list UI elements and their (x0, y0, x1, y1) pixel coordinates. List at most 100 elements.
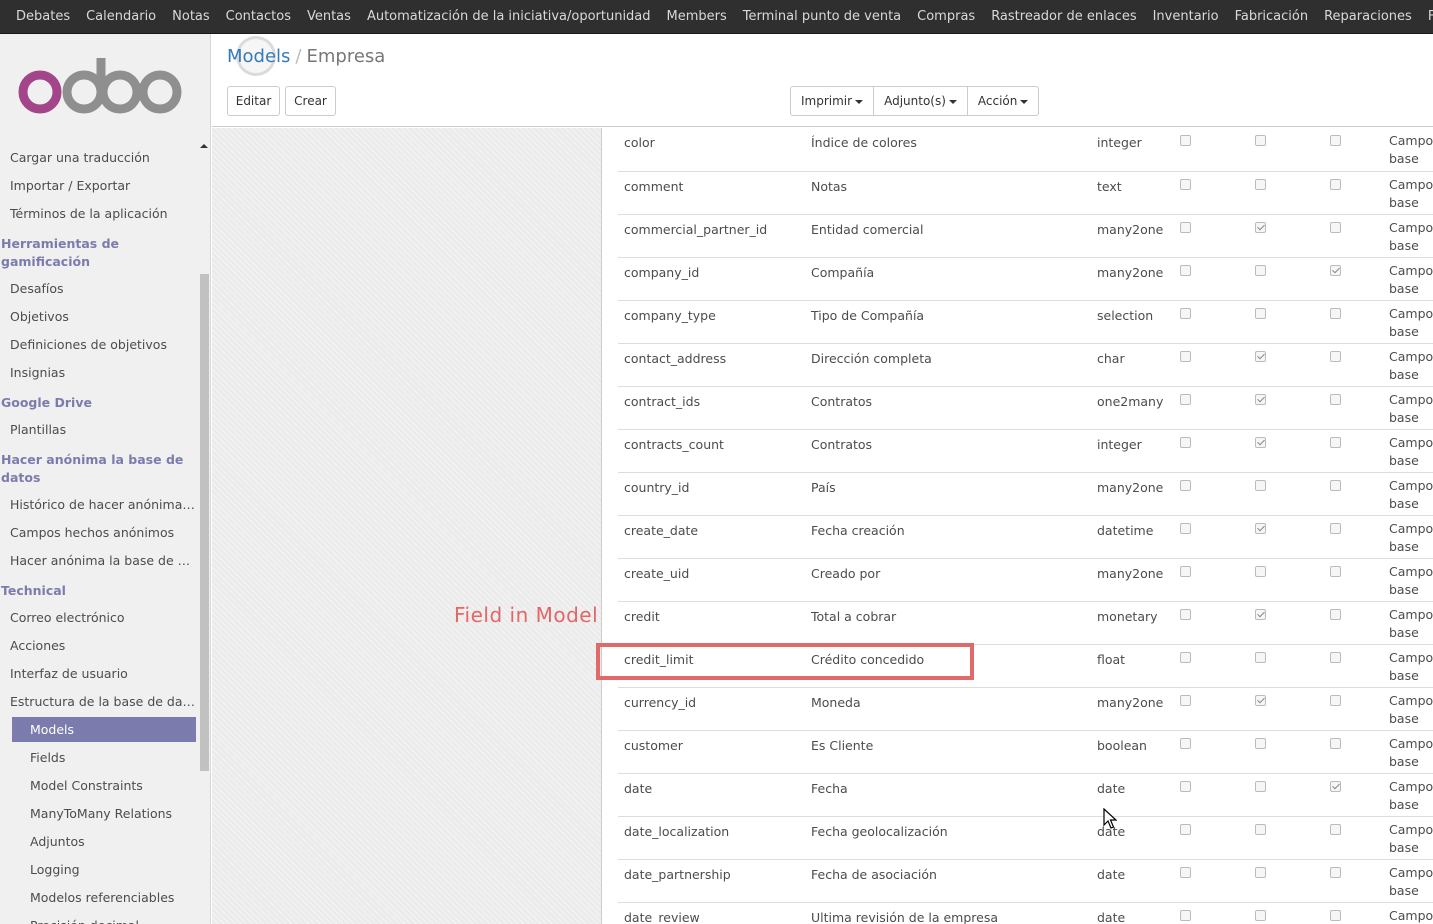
table-row[interactable]: contract_ids Contratos one2many Campo base (618, 386, 1433, 430)
checkbox-unchecked (1330, 694, 1341, 706)
table-row[interactable]: contracts_count Contratos integer Campo bas… (618, 429, 1433, 473)
field-flag-cell (1253, 773, 1328, 817)
sidebar-item-acciones[interactable]: Acciones (0, 632, 196, 660)
top-menu-calendario[interactable]: Calendario (78, 0, 164, 33)
table-row[interactable]: date_localization Fecha geolocalización da… (618, 816, 1433, 860)
top-menu-terminal-punto-de-venta[interactable]: Terminal punto de venta (735, 0, 909, 33)
field-name-cell: company_type (618, 300, 805, 344)
sidebar-item-hacer-anonima-la-base-de-datos[interactable]: Hacer anónima la base de datos (0, 547, 196, 575)
field-description-cell: Contratos (805, 429, 1092, 473)
table-row[interactable]: color Índice de colores integer Campo base (618, 128, 1433, 172)
attachments-dropdown[interactable]: Adjunto(s) (873, 87, 967, 115)
form-sheet: color Índice de colores integer Campo base c… (601, 128, 1433, 924)
sidebar-item-plantillas[interactable]: Plantillas (0, 416, 196, 444)
sidebar-item-correo-electronico[interactable]: Correo electrónico (0, 604, 196, 632)
table-row[interactable]: credit Total a cobrar monetary Campo base (618, 601, 1433, 645)
checkbox-unchecked (1255, 264, 1266, 276)
sidebar-scroll-thumb[interactable] (200, 274, 209, 771)
top-menu-members[interactable]: Members (659, 0, 735, 33)
top-menu-debates[interactable]: Debates (0, 0, 78, 33)
table-row[interactable]: country_id País many2one Campo base (618, 472, 1433, 516)
top-menu-inventario[interactable]: Inventario (1145, 0, 1227, 33)
top-menu-reparaciones[interactable]: Reparaciones (1316, 0, 1420, 33)
odoo-logo[interactable] (16, 52, 186, 120)
sidebar-item-cargar-una-traduccion[interactable]: Cargar una traducción (0, 144, 196, 172)
top-menu-automatizacion-de-la-iniciativa-oportunidad[interactable]: Automatización de la iniciativa/oportuni… (359, 0, 659, 33)
checkbox-unchecked (1330, 479, 1341, 491)
table-row[interactable]: company_id Compañía many2one Campo base (618, 257, 1433, 301)
table-row[interactable]: currency_id Moneda many2one Campo base (618, 687, 1433, 731)
field-flag-cell (1178, 128, 1253, 172)
top-menu-facturacion[interactable]: Facturación (1420, 0, 1433, 33)
sidebar-item-terminos-de-la-aplicacion[interactable]: Términos de la aplicación (0, 200, 196, 228)
sidebar-item-adjuntos[interactable]: Adjuntos (0, 828, 196, 856)
sidebar-item-definiciones-de-objetivos[interactable]: Definiciones de objetivos (0, 331, 196, 359)
table-row[interactable]: commercial_partner_id Entidad comercial ma… (618, 214, 1433, 258)
field-flag-cell (1328, 214, 1389, 258)
checkbox-unchecked (1255, 737, 1266, 749)
checkbox-checked (1255, 436, 1266, 448)
table-row[interactable]: company_type Tipo de Compañía selection Cam… (618, 300, 1433, 344)
field-flag-cell (1253, 386, 1328, 430)
mouse-cursor-icon (1103, 808, 1117, 829)
top-menu-fabricacion[interactable]: Fabricación (1227, 0, 1317, 33)
create-button[interactable]: Crear (285, 86, 336, 116)
sidebar-item-historico-de-hacer-anonima-la-base-de-datos[interactable]: Histórico de hacer anónima la base de da… (0, 491, 196, 519)
table-row[interactable]: customer Es Cliente boolean Campo base (618, 730, 1433, 774)
table-row[interactable]: create_date Fecha creación datetime Campo b… (618, 515, 1433, 559)
sidebar-item-model-constraints[interactable]: Model Constraints (0, 772, 196, 800)
checkbox-unchecked (1255, 909, 1266, 921)
table-row[interactable]: comment Notas text Campo base (618, 171, 1433, 215)
table-row[interactable]: date Fecha date Campo base (618, 773, 1433, 817)
field-flag-cell (1253, 128, 1328, 172)
top-menu-compras[interactable]: Compras (909, 0, 983, 33)
checkbox-unchecked (1330, 221, 1341, 233)
breadcrumb-models-link[interactable]: Models (227, 46, 290, 67)
sidebar-item-campos-hechos-anonimos[interactable]: Campos hechos anónimos (0, 519, 196, 547)
checkbox-checked (1255, 522, 1266, 534)
sidebar-item-fields[interactable]: Fields (0, 744, 196, 772)
sidebar-item-models[interactable]: Models (12, 717, 196, 742)
sidebar-item-insignias[interactable]: Insignias (0, 359, 196, 387)
field-description-cell: Índice de colores (805, 128, 1092, 172)
top-menu-ventas[interactable]: Ventas (299, 0, 359, 33)
field-type-cell: many2one (1092, 558, 1178, 602)
sidebar-item-manytomany-relations[interactable]: ManyToMany Relations (0, 800, 196, 828)
top-menu-notas[interactable]: Notas (164, 0, 218, 33)
field-flag-cell (1328, 558, 1389, 602)
action-dropdown[interactable]: Acción (966, 87, 1038, 115)
edit-button[interactable]: Editar (227, 86, 280, 116)
top-menu-rastreador-de-enlaces[interactable]: Rastreador de enlaces (983, 0, 1144, 33)
sidebar-item-objetivos[interactable]: Objetivos (0, 303, 196, 331)
table-row[interactable]: date_review Ultima revisión de la empresa… (618, 902, 1433, 924)
table-row[interactable]: create_uid Creado por many2one Campo base (618, 558, 1433, 602)
sidebar-item-precision-decimal[interactable]: Precisión decimal (0, 912, 196, 924)
field-type-cell: many2one (1092, 214, 1178, 258)
sidebar-item-modelos-referenciables[interactable]: Modelos referenciables (0, 884, 196, 912)
field-flag-cell (1328, 644, 1389, 688)
checkbox-unchecked (1180, 479, 1191, 491)
field-description-cell: Dirección completa (805, 343, 1092, 387)
checkbox-unchecked (1180, 780, 1191, 792)
top-menu-contactos[interactable]: Contactos (218, 0, 299, 33)
field-module-cell: Campo base (1389, 601, 1433, 645)
field-type-cell: text (1092, 171, 1178, 215)
fields-table: color Índice de colores integer Campo base c… (618, 128, 1433, 924)
sidebar-item-importar-exportar[interactable]: Importar / Exportar (0, 172, 196, 200)
sidebar-item-estructura-de-la-base-de-datos[interactable]: Estructura de la base de datos (0, 688, 196, 716)
field-description-cell: Creado por (805, 558, 1092, 602)
field-description-cell: Compañía (805, 257, 1092, 301)
field-flag-cell (1178, 859, 1253, 903)
field-flag-cell (1328, 859, 1389, 903)
sidebar-item-logging[interactable]: Logging (0, 856, 196, 884)
field-description-cell: Fecha creación (805, 515, 1092, 559)
table-row[interactable]: date_partnership Fecha de asociación date C… (618, 859, 1433, 903)
scroll-up-arrow-icon[interactable] (199, 141, 209, 151)
sidebar-item-interfaz-de-usuario[interactable]: Interfaz de usuario (0, 660, 196, 688)
field-flag-cell (1328, 386, 1389, 430)
table-row[interactable]: contact_address Dirección completa char Cam… (618, 343, 1433, 387)
field-flag-cell (1178, 816, 1253, 860)
sidebar-item-desafios[interactable]: Desafíos (0, 275, 196, 303)
checkbox-unchecked (1180, 909, 1191, 921)
print-dropdown[interactable]: Imprimir (791, 87, 873, 115)
